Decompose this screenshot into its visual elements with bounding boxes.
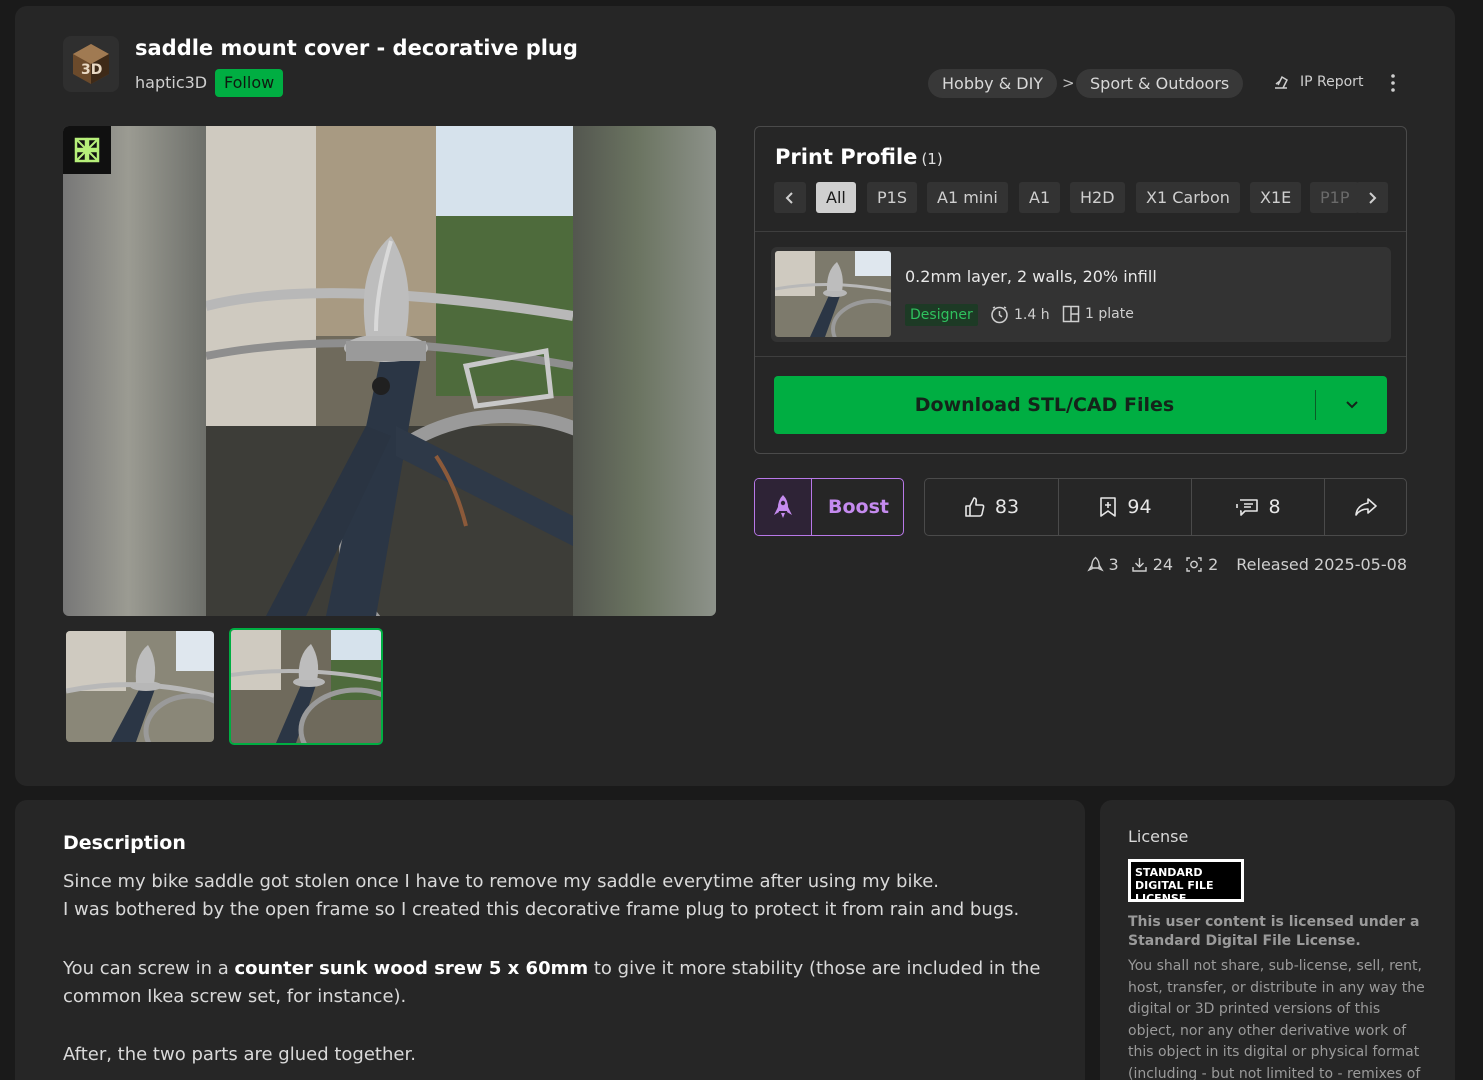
filter-chip-all[interactable]: All [816, 182, 856, 213]
release-date: Released 2025-05-08 [1236, 555, 1407, 574]
comment-count: 8 [1268, 496, 1281, 518]
download-stat: 24 [1131, 555, 1173, 574]
thumbs-up-icon [965, 497, 985, 517]
description-card: Description Since my bike saddle got sto… [15, 800, 1085, 1080]
like-button[interactable]: 83 [925, 479, 1058, 535]
model-stats: 3 24 2 Released 2025-05-08 [1086, 555, 1407, 574]
filter-chip-p1p[interactable]: P1P [1310, 182, 1360, 213]
breadcrumb-category[interactable]: Hobby & DIY [928, 69, 1058, 98]
print-count: 2 [1208, 555, 1219, 574]
main-image-viewer[interactable] [63, 126, 716, 616]
divider [755, 231, 1406, 232]
avatar-logo-icon: 3D [73, 44, 109, 84]
share-button[interactable] [1325, 479, 1407, 535]
license-summary: This user content is licensed under a St… [1128, 914, 1420, 949]
plate-count-value: 1 plate [1085, 306, 1134, 322]
description-emphasis: counter sunk wood srew 5 x 60mm [234, 958, 589, 979]
description-heading: Description [63, 832, 186, 854]
rocket-outline-icon [1086, 556, 1104, 572]
boost-button[interactable]: Boost [754, 478, 904, 536]
clock-icon [991, 306, 1008, 324]
boost-count: 3 [1108, 555, 1119, 574]
like-count: 83 [994, 496, 1020, 518]
license-heading: License [1128, 827, 1189, 846]
rocket-icon [755, 479, 812, 535]
chevron-right-icon[interactable] [1356, 182, 1388, 213]
description-text: You can screw in a [63, 958, 235, 979]
license-body: You shall not share, sub-license, sell, … [1128, 958, 1425, 1080]
divider [755, 356, 1406, 357]
download-files-label: Download STL/CAD Files [914, 394, 1175, 416]
boost-stat: 3 [1086, 555, 1119, 574]
filter-chip-a1[interactable]: A1 [1019, 182, 1061, 213]
comments-button[interactable]: 8 [1192, 479, 1324, 535]
filter-chip-h2d[interactable]: H2D [1070, 182, 1125, 213]
collect-button[interactable]: 94 [1059, 479, 1191, 535]
comment-icon [1236, 499, 1259, 516]
bookmark-add-icon [1100, 497, 1117, 517]
filter-chip-a1-mini[interactable]: A1 mini [927, 182, 1008, 213]
follow-button[interactable]: Follow [215, 69, 284, 97]
breadcrumb-separator: > [1062, 74, 1075, 92]
download-count: 24 [1152, 555, 1174, 574]
collect-count: 94 [1127, 496, 1152, 518]
engagement-bar: 83 94 8 [924, 478, 1407, 536]
print-stat: 2 [1185, 555, 1218, 574]
plate-count: 1 plate [1062, 305, 1134, 323]
designer-badge: Designer [905, 304, 978, 326]
print-profile-panel: Print Profile (1) All P1S A1 mini A1 H2D … [754, 126, 1407, 454]
gallery-thumbnail[interactable] [66, 631, 214, 742]
brand-badge-icon [63, 126, 111, 174]
chevron-down-icon[interactable] [1316, 376, 1387, 434]
filter-chip-p1s[interactable]: P1S [867, 182, 917, 213]
more-options-icon[interactable] [1385, 72, 1401, 94]
license-badge[interactable]: STANDARD DIGITAL FILE LICENSE [1128, 859, 1244, 905]
author-avatar[interactable]: 3D [63, 36, 119, 92]
printer-filter-bar: All P1S A1 mini A1 H2D X1 Carbon X1E P1P [774, 182, 1388, 214]
description-paragraph: You can screw in a counter sunk wood sre… [63, 955, 1053, 1011]
model-title: saddle mount cover - decorative plug [135, 36, 578, 60]
print-profile-count: (1) [921, 150, 943, 168]
print-profile-heading: Print Profile (1) [775, 145, 943, 169]
chevron-left-icon[interactable] [774, 182, 806, 213]
description-line: I was bothered by the open frame so I cr… [63, 899, 1020, 920]
profile-name: 0.2mm layer, 2 walls, 20% infill [905, 267, 1157, 286]
ip-report-label: IP Report [1300, 74, 1364, 90]
svg-text:3D: 3D [81, 62, 102, 78]
download-icon [1132, 558, 1147, 572]
print-time: 1.4 h [990, 305, 1050, 324]
description-paragraph: Since my bike saddle got stolen once I h… [63, 868, 1053, 924]
filter-chip-x1-carbon[interactable]: X1 Carbon [1136, 182, 1240, 213]
description-paragraph: After, the two parts are glued together. [63, 1044, 416, 1065]
download-files-button[interactable]: Download STL/CAD Files [774, 376, 1387, 434]
author-name[interactable]: haptic3D [135, 73, 207, 92]
print-profile-title: Print Profile [775, 145, 918, 169]
main-photo [206, 126, 573, 616]
gavel-icon [1275, 75, 1288, 89]
print-time-value: 1.4 h [1014, 306, 1050, 323]
description-line: Since my bike saddle got stolen once I h… [63, 871, 940, 892]
boost-label: Boost [828, 496, 889, 518]
plate-icon [1062, 305, 1080, 323]
ip-report-button[interactable]: IP Report [1272, 73, 1363, 91]
printed-icon [1186, 557, 1202, 572]
license-badge-text: STANDARD DIGITAL FILE LICENSE [1131, 862, 1241, 905]
profile-thumbnail [775, 251, 891, 337]
license-card: License STANDARD DIGITAL FILE LICENSE Th… [1100, 800, 1455, 1080]
gallery-thumbnail-selected[interactable] [229, 628, 383, 745]
share-icon [1355, 498, 1377, 516]
breadcrumb-subcategory[interactable]: Sport & Outdoors [1076, 69, 1244, 98]
print-profile-item[interactable]: 0.2mm layer, 2 walls, 20% infill Designe… [771, 247, 1391, 342]
filter-chip-x1e[interactable]: X1E [1250, 182, 1302, 213]
